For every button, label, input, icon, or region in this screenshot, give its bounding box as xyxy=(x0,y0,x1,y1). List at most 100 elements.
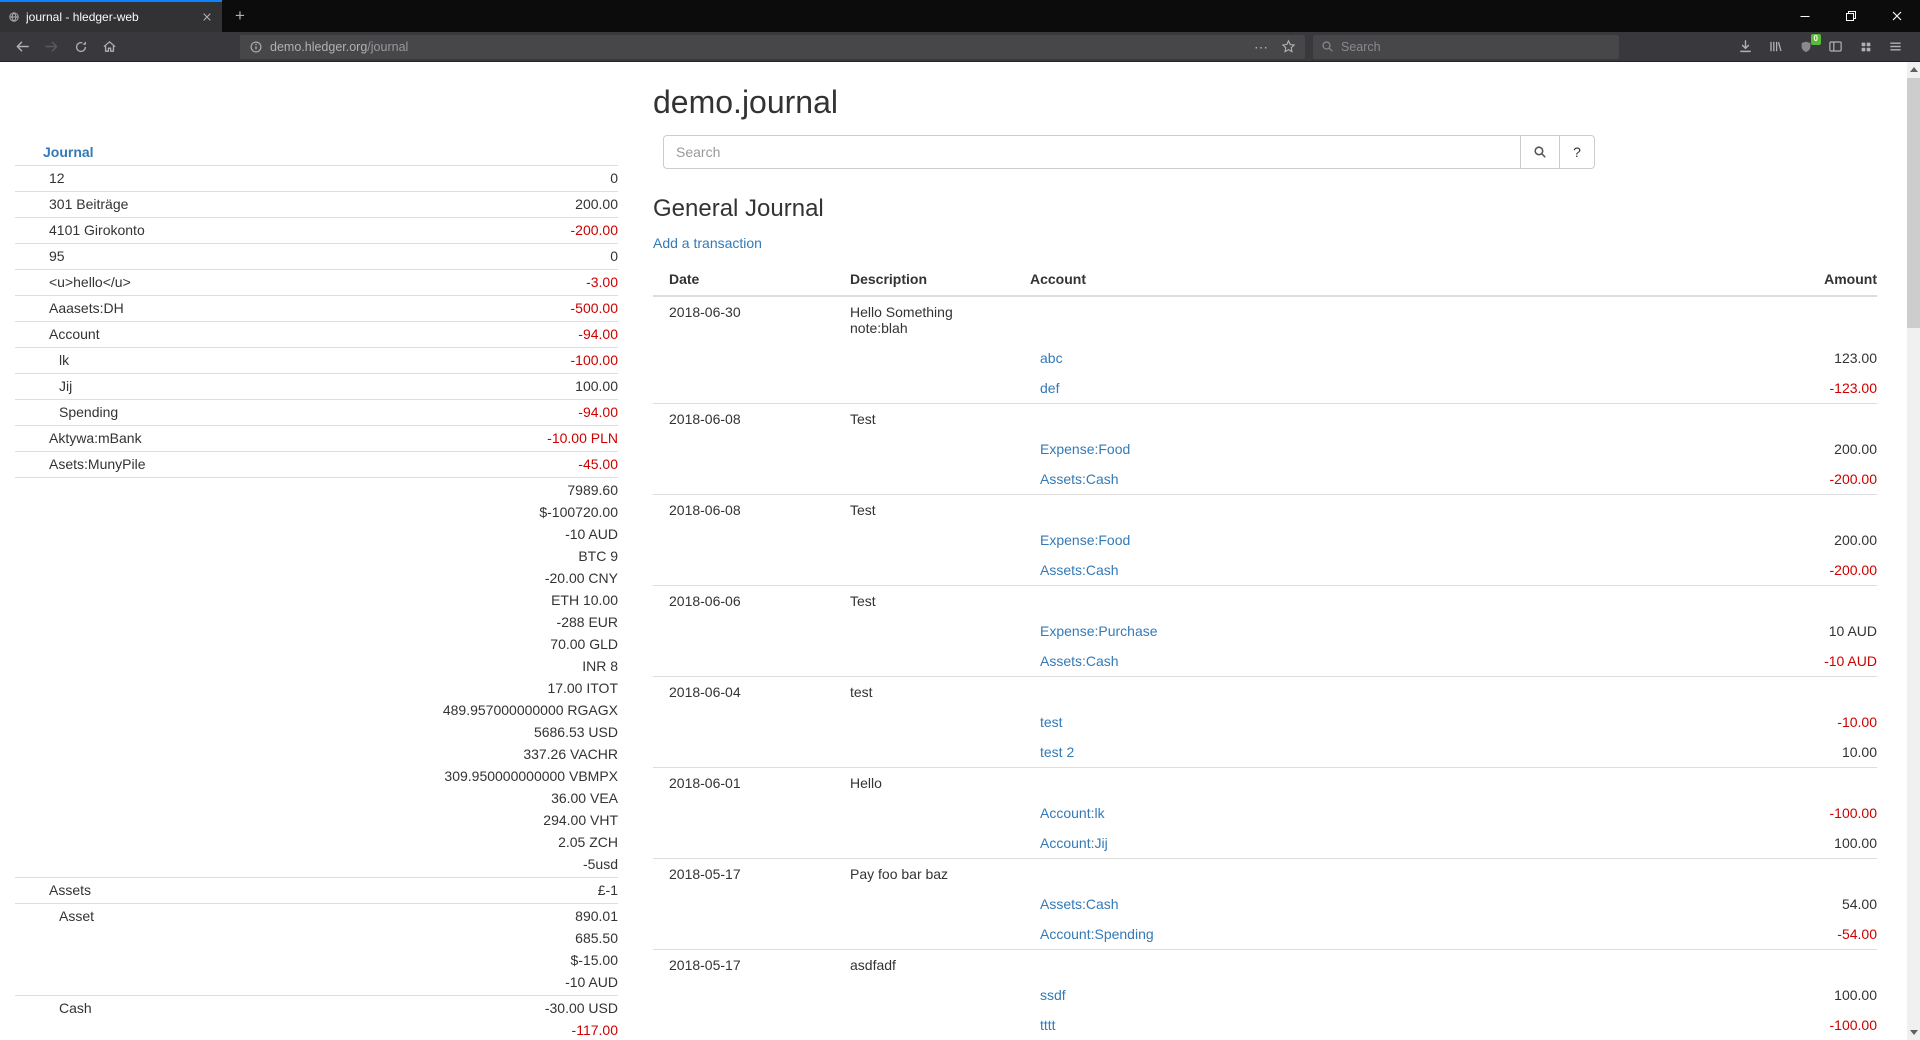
sidebar-account-link[interactable]: Cash xyxy=(15,997,92,1019)
browser-search-input[interactable] xyxy=(1341,40,1611,54)
empty-cell xyxy=(653,707,834,737)
posting-account-link[interactable]: test 2 xyxy=(1040,744,1074,760)
sidebar-account-balance: 7989.60$-100720.00-10 AUDBTC 9-20.00 CNY… xyxy=(443,479,618,875)
posting-row: Account:lk-100.00 xyxy=(653,798,1877,828)
sidebar-account-link[interactable]: 301 Beiträge xyxy=(15,193,128,215)
scroll-down-arrow-icon[interactable] xyxy=(1907,1025,1920,1040)
sidebar-account-link[interactable]: 95 xyxy=(15,245,65,267)
posting-account-link[interactable]: tttt xyxy=(1040,1017,1056,1033)
sidebar-account-link[interactable]: Jij xyxy=(15,375,72,397)
library-icon[interactable] xyxy=(1761,34,1790,60)
sidebar-account-row: 12 0 xyxy=(15,165,618,191)
sidebar-account-balance: -100.00 xyxy=(571,349,618,371)
empty-cell xyxy=(1657,404,1877,435)
posting-account-link[interactable]: Assets:Cash xyxy=(1040,471,1119,487)
posting-account-link[interactable]: Assets:Cash xyxy=(1040,653,1119,669)
vertical-scrollbar[interactable] xyxy=(1907,62,1920,1040)
extension-icon[interactable]: 0 xyxy=(1791,34,1820,60)
posting-account-link[interactable]: abc xyxy=(1040,350,1063,366)
sidebar-account-balance: -94.00 xyxy=(578,401,618,423)
window-minimize-button[interactable] xyxy=(1782,0,1828,32)
sidebar-header-row: Journal xyxy=(15,140,618,165)
forward-button[interactable] xyxy=(37,34,66,60)
window-close-button[interactable] xyxy=(1874,0,1920,32)
posting-account-link[interactable]: Account:Jij xyxy=(1040,835,1108,851)
balance-amount: $-15.00 xyxy=(571,949,618,971)
search-help-button[interactable]: ? xyxy=(1559,135,1595,169)
posting-account-link[interactable]: Account:lk xyxy=(1040,805,1105,821)
balance-amount: 294.00 VHT xyxy=(543,809,618,831)
posting-account-link[interactable]: Assets:Cash xyxy=(1040,562,1119,578)
empty-cell xyxy=(653,616,834,646)
sidebar-toggle-icon[interactable] xyxy=(1821,34,1850,60)
journal-search-button[interactable] xyxy=(1520,135,1560,169)
posting-account-link[interactable]: Expense:Purchase xyxy=(1040,623,1158,639)
journal-search-input[interactable] xyxy=(663,135,1521,169)
balance-amount: 0 xyxy=(610,167,618,189)
sidebar-account-row: Jij100.00 xyxy=(15,373,618,399)
empty-cell xyxy=(834,555,1014,586)
sidebar-account-balance: £-1 xyxy=(598,879,618,901)
posting-account-link[interactable]: Assets:Cash xyxy=(1040,896,1119,912)
tab-close-icon[interactable] xyxy=(200,10,214,24)
downloads-icon[interactable] xyxy=(1731,34,1760,60)
posting-row: Assets:Cash-10 AUD xyxy=(653,646,1877,677)
posting-account-cell: Account:lk xyxy=(1014,798,1657,828)
new-tab-button[interactable]: + xyxy=(222,0,258,32)
sidebar-account-link[interactable]: Aaasets:DH xyxy=(15,297,124,319)
sidebar-account-list: 120301 Beiträge200.004101 Girokonto-200.… xyxy=(15,165,618,1040)
page-actions-icon[interactable]: ⋯ xyxy=(1254,40,1269,54)
sidebar-account-link[interactable]: Asets:MunyPile xyxy=(15,453,145,475)
grid-icon[interactable] xyxy=(1851,34,1880,60)
posting-account-cell: Assets:Cash xyxy=(1014,889,1657,919)
scroll-up-arrow-icon[interactable] xyxy=(1907,62,1920,77)
empty-cell xyxy=(653,889,834,919)
empty-cell xyxy=(834,616,1014,646)
posting-account-link[interactable]: ssdf xyxy=(1040,987,1066,1003)
posting-account-link[interactable]: Expense:Food xyxy=(1040,441,1130,457)
posting-row: def-123.00 xyxy=(653,373,1877,404)
sidebar-account-row: Spending -94.00 xyxy=(15,399,618,425)
sidebar-account-link[interactable]: <u>hello</u> xyxy=(15,271,131,293)
sidebar-account-link[interactable]: Account xyxy=(15,323,100,345)
browser-search-field[interactable] xyxy=(1313,35,1619,59)
posting-amount: 123.00 xyxy=(1657,343,1877,373)
sidebar-account-row: Aaasets:DH-500.00 xyxy=(15,295,618,321)
add-transaction-link[interactable]: Add a transaction xyxy=(653,235,762,251)
posting-account-cell: tttt xyxy=(1014,1010,1657,1040)
posting-account-link[interactable]: Expense:Food xyxy=(1040,532,1130,548)
empty-cell xyxy=(1014,296,1657,343)
posting-account-link[interactable]: Account:Spending xyxy=(1040,926,1154,942)
sidebar-account-link[interactable]: 4101 Girokonto xyxy=(15,219,145,241)
scrollbar-thumb[interactable] xyxy=(1907,78,1920,328)
window-restore-button[interactable] xyxy=(1828,0,1874,32)
back-button[interactable] xyxy=(8,34,37,60)
sidebar-account-link[interactable]: Assets xyxy=(15,879,91,901)
balance-amount: -200.00 xyxy=(571,219,618,241)
url-bar[interactable]: demo.hledger.org/journal ⋯ xyxy=(240,35,1305,59)
sidebar-journal-link[interactable]: Journal xyxy=(15,141,94,163)
sidebar-account-link[interactable]: 12 xyxy=(15,167,65,189)
transaction-description: Test xyxy=(834,586,1014,617)
sidebar-account-link[interactable]: Spending xyxy=(15,401,118,423)
empty-cell xyxy=(653,525,834,555)
empty-cell xyxy=(653,343,834,373)
home-button[interactable] xyxy=(95,34,124,60)
bookmark-star-icon[interactable] xyxy=(1281,39,1296,54)
sidebar-account-link[interactable]: Asset xyxy=(15,905,94,927)
sidebar-account-link[interactable]: Aktywa:mBank xyxy=(15,427,142,449)
sidebar-account-link[interactable]: lk xyxy=(15,349,69,371)
transaction-row: 2018-06-08Test xyxy=(653,495,1877,526)
balance-amount: 7989.60 xyxy=(567,479,618,501)
empty-cell xyxy=(653,828,834,859)
site-info-icon[interactable] xyxy=(249,34,263,60)
posting-account-link[interactable]: def xyxy=(1040,380,1059,396)
posting-amount: 200.00 xyxy=(1657,434,1877,464)
browser-tab[interactable]: journal - hledger-web xyxy=(0,0,222,32)
balance-amount: -20.00 CNY xyxy=(545,567,618,589)
posting-account-link[interactable]: test xyxy=(1040,714,1063,730)
tab-title: journal - hledger-web xyxy=(26,10,194,24)
menu-hamburger-icon[interactable] xyxy=(1881,34,1910,60)
empty-cell xyxy=(1657,677,1877,708)
reload-icon[interactable] xyxy=(66,34,95,60)
